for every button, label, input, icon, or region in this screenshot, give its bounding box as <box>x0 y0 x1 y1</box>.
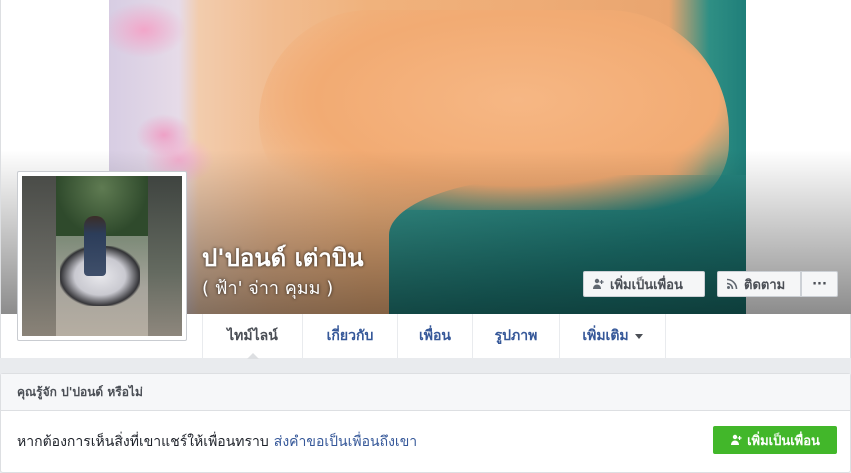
profile-page: ป'ปอนด์ เต่าบิน ( ฟ้า' จ่าา คุมม ) เพิ่ม… <box>0 0 851 473</box>
profile-picture-image <box>22 176 182 336</box>
profile-name[interactable]: ป'ปอนด์ เต่าบิน <box>202 238 363 277</box>
tab-photos[interactable]: รูปภาพ <box>473 314 560 358</box>
do-you-know-box: คุณรู้จัก ป'ปอนด์ หรือไม่ หากต้องการเห็น… <box>0 373 851 473</box>
add-friend-green-button[interactable]: เพิ่มเป็นเพื่อน <box>713 426 837 454</box>
tab-friends[interactable]: เพื่อน <box>398 314 473 358</box>
add-friend-button[interactable]: เพิ่มเป็นเพื่อน <box>583 271 705 297</box>
rss-icon <box>726 278 738 290</box>
profile-header: ป'ปอนด์ เต่าบิน ( ฟ้า' จ่าา คุมม ) เพิ่ม… <box>0 0 851 359</box>
tab-about[interactable]: เกี่ยวกับ <box>303 314 398 358</box>
add-friend-green-label: เพิ่มเป็นเพื่อน <box>747 433 820 449</box>
follow-label: ติดตาม <box>744 277 786 293</box>
profile-picture[interactable] <box>17 171 187 341</box>
do-you-know-title: คุณรู้จัก ป'ปอนด์ หรือไม่ <box>1 374 850 411</box>
add-person-icon <box>592 278 604 290</box>
profile-tabs: ไทม์ไลน์ เกี่ยวกับ เพื่อน รูปภาพ เพิ่มเต… <box>202 314 666 359</box>
follow-button[interactable]: ติดตาม <box>717 271 801 297</box>
tab-timeline[interactable]: ไทม์ไลน์ <box>202 314 303 359</box>
profile-alternate-name: ( ฟ้า' จ่าา คุมม ) <box>202 278 334 299</box>
do-you-know-body: หากต้องการเห็นสิ่งที่เขาแชร์ให้เพื่อนทรา… <box>1 411 850 473</box>
chevron-down-icon <box>634 333 643 339</box>
tab-more[interactable]: เพิ่มเติม <box>560 314 666 358</box>
send-friend-request-link[interactable]: ส่งคำขอเป็นเพื่อนถึงเขา <box>274 431 417 453</box>
more-options-button[interactable]: ··· <box>801 271 838 297</box>
more-dots-icon: ··· <box>812 276 827 292</box>
do-you-know-message: หากต้องการเห็นสิ่งที่เขาแชร์ให้เพื่อนทรา… <box>17 434 269 450</box>
add-person-icon <box>730 434 742 446</box>
add-friend-label: เพิ่มเป็นเพื่อน <box>610 277 683 293</box>
